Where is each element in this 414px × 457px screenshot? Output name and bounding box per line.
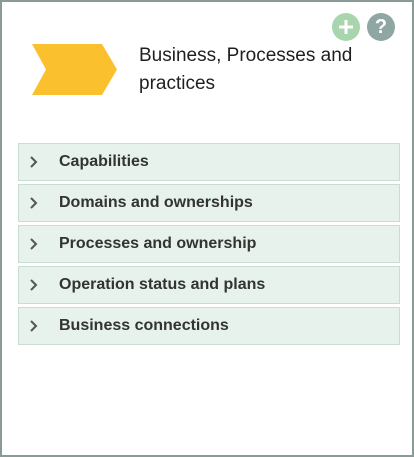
- chevron-right-icon: [29, 155, 39, 169]
- chevron-right-icon: [29, 319, 39, 333]
- page-title: Business, Processes and practices: [139, 45, 353, 94]
- list-item-processes[interactable]: Processes and ownership: [18, 225, 400, 263]
- section-list: Capabilities Domains and ownerships Proc…: [18, 143, 400, 345]
- list-item-operation-status[interactable]: Operation status and plans: [18, 266, 400, 304]
- panel-actions: ?: [332, 13, 395, 41]
- list-item-label: Domains and ownerships: [59, 194, 253, 211]
- plus-icon: [339, 20, 353, 34]
- list-item-label: Operation status and plans: [59, 276, 266, 293]
- list-item-business-connections[interactable]: Business connections: [18, 307, 400, 345]
- list-item-domains[interactable]: Domains and ownerships: [18, 184, 400, 222]
- list-item-label: Processes and ownership: [59, 235, 257, 252]
- chevron-right-icon: [29, 278, 39, 292]
- chevron-right-icon: [29, 196, 39, 210]
- chevron-banner-icon: [32, 44, 117, 95]
- list-item-label: Business connections: [59, 317, 229, 334]
- list-item-capabilities[interactable]: Capabilities: [18, 143, 400, 181]
- add-button[interactable]: [332, 13, 360, 41]
- help-button[interactable]: ?: [367, 13, 395, 41]
- list-item-label: Capabilities: [59, 153, 149, 170]
- chevron-right-icon: [29, 237, 39, 251]
- business-panel: ? Business, Processes and practices Capa…: [0, 0, 414, 457]
- question-icon: ?: [374, 16, 388, 38]
